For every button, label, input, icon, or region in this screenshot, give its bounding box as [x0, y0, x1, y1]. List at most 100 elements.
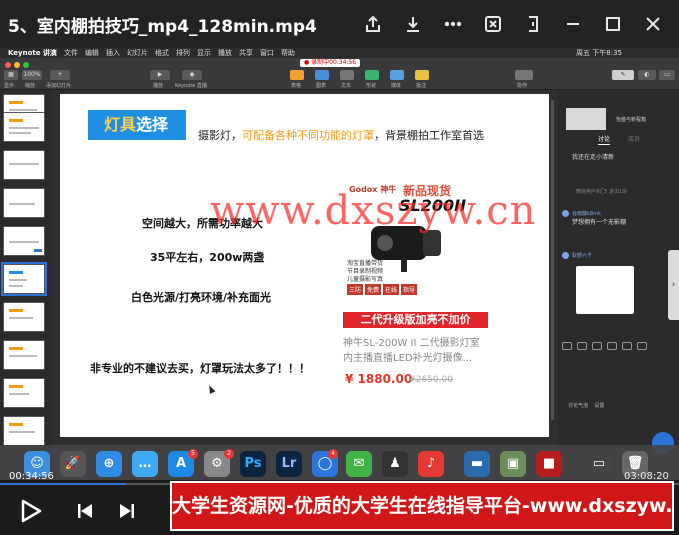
emoji-icon[interactable]: [562, 342, 572, 350]
shape-button[interactable]: [365, 70, 379, 80]
chat-message-user: 耿野六千: [572, 253, 593, 259]
bubble-toggle[interactable]: 讨论气泡: [568, 403, 588, 409]
heart-icon[interactable]: [622, 342, 632, 350]
maximize-icon[interactable]: [593, 4, 633, 44]
slide-thumbnail[interactable]: [3, 226, 45, 256]
download-icon[interactable]: [393, 4, 433, 44]
menu-view[interactable]: 显示: [197, 48, 211, 58]
appstore-badge: 5: [188, 449, 198, 459]
screen-icon[interactable]: [592, 342, 602, 350]
minimize-icon[interactable]: [553, 4, 593, 44]
play-button[interactable]: ▶: [150, 70, 170, 80]
chat-message-text: 我还在走小清新: [572, 154, 615, 161]
slide-thumbnail[interactable]: [3, 188, 45, 218]
play-icon[interactable]: [16, 496, 46, 526]
menu-file[interactable]: 文件: [64, 48, 78, 58]
product-tag: 三防: [347, 284, 364, 295]
next-icon[interactable]: [112, 496, 142, 526]
menu-help[interactable]: 帮助: [281, 48, 295, 58]
menu-insert[interactable]: 插入: [106, 48, 120, 58]
chat-message: 谷雨藤k8mk 梦想拥有一个无影棚: [562, 210, 626, 226]
window-zoom-dot[interactable]: [23, 62, 29, 68]
product-banner: 二代升级版加亮不加价: [343, 312, 488, 328]
subtitle-part-a: 摄影灯，: [198, 129, 242, 142]
window-close-dot[interactable]: [5, 62, 11, 68]
view-label: 显示: [4, 83, 15, 89]
previous-icon[interactable]: [70, 496, 100, 526]
share-icon[interactable]: [353, 4, 393, 44]
menu-format[interactable]: 格式: [155, 48, 169, 58]
slide-thumbnail[interactable]: [3, 340, 45, 370]
animate-button[interactable]: ◐: [638, 70, 656, 80]
qq-icon[interactable]: ♟: [382, 451, 408, 477]
document-button[interactable]: ▭: [659, 70, 675, 80]
slide-thumbnail[interactable]: [3, 302, 45, 332]
photos-icon[interactable]: ▣: [500, 451, 526, 477]
gift-icon[interactable]: [607, 342, 617, 350]
slide-thumbnail[interactable]: [3, 416, 45, 445]
product-price: ¥ 1880.00: [345, 372, 413, 386]
chat-system-message: 微信用户9汇5 进出1杂: [576, 189, 628, 195]
view-button[interactable]: ▦: [4, 70, 18, 80]
collaborate-label: 协作: [517, 83, 528, 89]
slide-thumbnail[interactable]: [3, 150, 45, 180]
wechat-icon[interactable]: ✉: [346, 451, 372, 477]
close-icon[interactable]: [633, 4, 673, 44]
image-icon[interactable]: [577, 342, 587, 350]
current-time: 00:34:56: [9, 471, 54, 482]
slide-navigator: [0, 90, 52, 445]
app-window: 5、室内棚拍技巧_mp4_128min.mp4 Keynote 讲演 文件 编辑…: [0, 0, 679, 535]
tab-members[interactable]: 成员: [628, 134, 640, 145]
comment-button[interactable]: [415, 70, 429, 80]
chat-message-user: 谷雨藤k8mk: [572, 211, 601, 217]
pin-icon[interactable]: [513, 4, 553, 44]
slide-thumbnail[interactable]: [3, 378, 45, 408]
zoom-select[interactable]: 100%: [22, 70, 42, 80]
chat-image-message[interactable]: [576, 266, 634, 314]
more-icon[interactable]: [637, 342, 647, 350]
text-button[interactable]: [340, 70, 354, 80]
chart-button[interactable]: [315, 70, 329, 80]
messages-icon[interactable]: …: [132, 451, 158, 477]
screenshot-icon[interactable]: [473, 4, 513, 44]
format-button[interactable]: ✎: [612, 70, 634, 80]
collaborate-button[interactable]: [515, 70, 533, 80]
table-button[interactable]: [290, 70, 304, 80]
menu-edit[interactable]: 编辑: [85, 48, 99, 58]
slide-thumbnail[interactable]: [3, 112, 45, 142]
photoshop-icon[interactable]: Ps: [240, 451, 266, 477]
live-button[interactable]: ◉: [182, 70, 202, 80]
menu-slide[interactable]: 幻灯片: [127, 48, 148, 58]
settings-link[interactable]: 设置: [594, 403, 604, 409]
menu-arrange[interactable]: 排列: [176, 48, 190, 58]
app-icon[interactable]: ■: [536, 451, 562, 477]
safari-icon[interactable]: ⊕: [96, 451, 122, 477]
launchpad-icon[interactable]: 🚀: [60, 451, 86, 477]
menu-play[interactable]: 播放: [218, 48, 232, 58]
side-panel-arrow-icon[interactable]: ›: [668, 250, 679, 320]
lightroom-icon[interactable]: Lr: [276, 451, 302, 477]
more-icon[interactable]: [433, 4, 473, 44]
text-label: 文本: [341, 83, 352, 89]
canvas-scrollbar[interactable]: [551, 100, 554, 420]
product-name-line-2: 内主播直播LED补光灯摄像...: [343, 353, 473, 364]
media-button[interactable]: [390, 70, 404, 80]
window-minimize-dot[interactable]: [14, 62, 20, 68]
recording-indicator: ● 录制中00:34:56: [300, 59, 361, 67]
add-slide-button[interactable]: +: [50, 70, 70, 80]
menu-window[interactable]: 窗口: [260, 48, 274, 58]
keynote-toolbar: ▦ 显示 100% 缩放 + 添加幻灯片 ▶ 播放 ◉ Keynote 直播 ●…: [0, 58, 679, 90]
product-old-price: ¥2650.00: [410, 375, 453, 385]
heading-part-a: 灯具: [104, 115, 137, 134]
menu-share[interactable]: 共享: [239, 48, 253, 58]
chat-toolbar: [562, 342, 652, 350]
live-label: Keynote 直播: [175, 83, 207, 89]
keynote-icon[interactable]: ▬: [464, 451, 490, 477]
slide-thumbnail-selected[interactable]: [1, 262, 47, 296]
netease-music-icon[interactable]: ♪: [418, 451, 444, 477]
screen-recorder-icon[interactable]: ▭: [586, 451, 612, 477]
menu-app-name[interactable]: Keynote 讲演: [8, 48, 57, 58]
add-slide-label: 添加幻灯片: [46, 83, 72, 89]
tab-discussion[interactable]: 讨论: [598, 134, 611, 145]
media-label: 媒体: [391, 83, 402, 89]
